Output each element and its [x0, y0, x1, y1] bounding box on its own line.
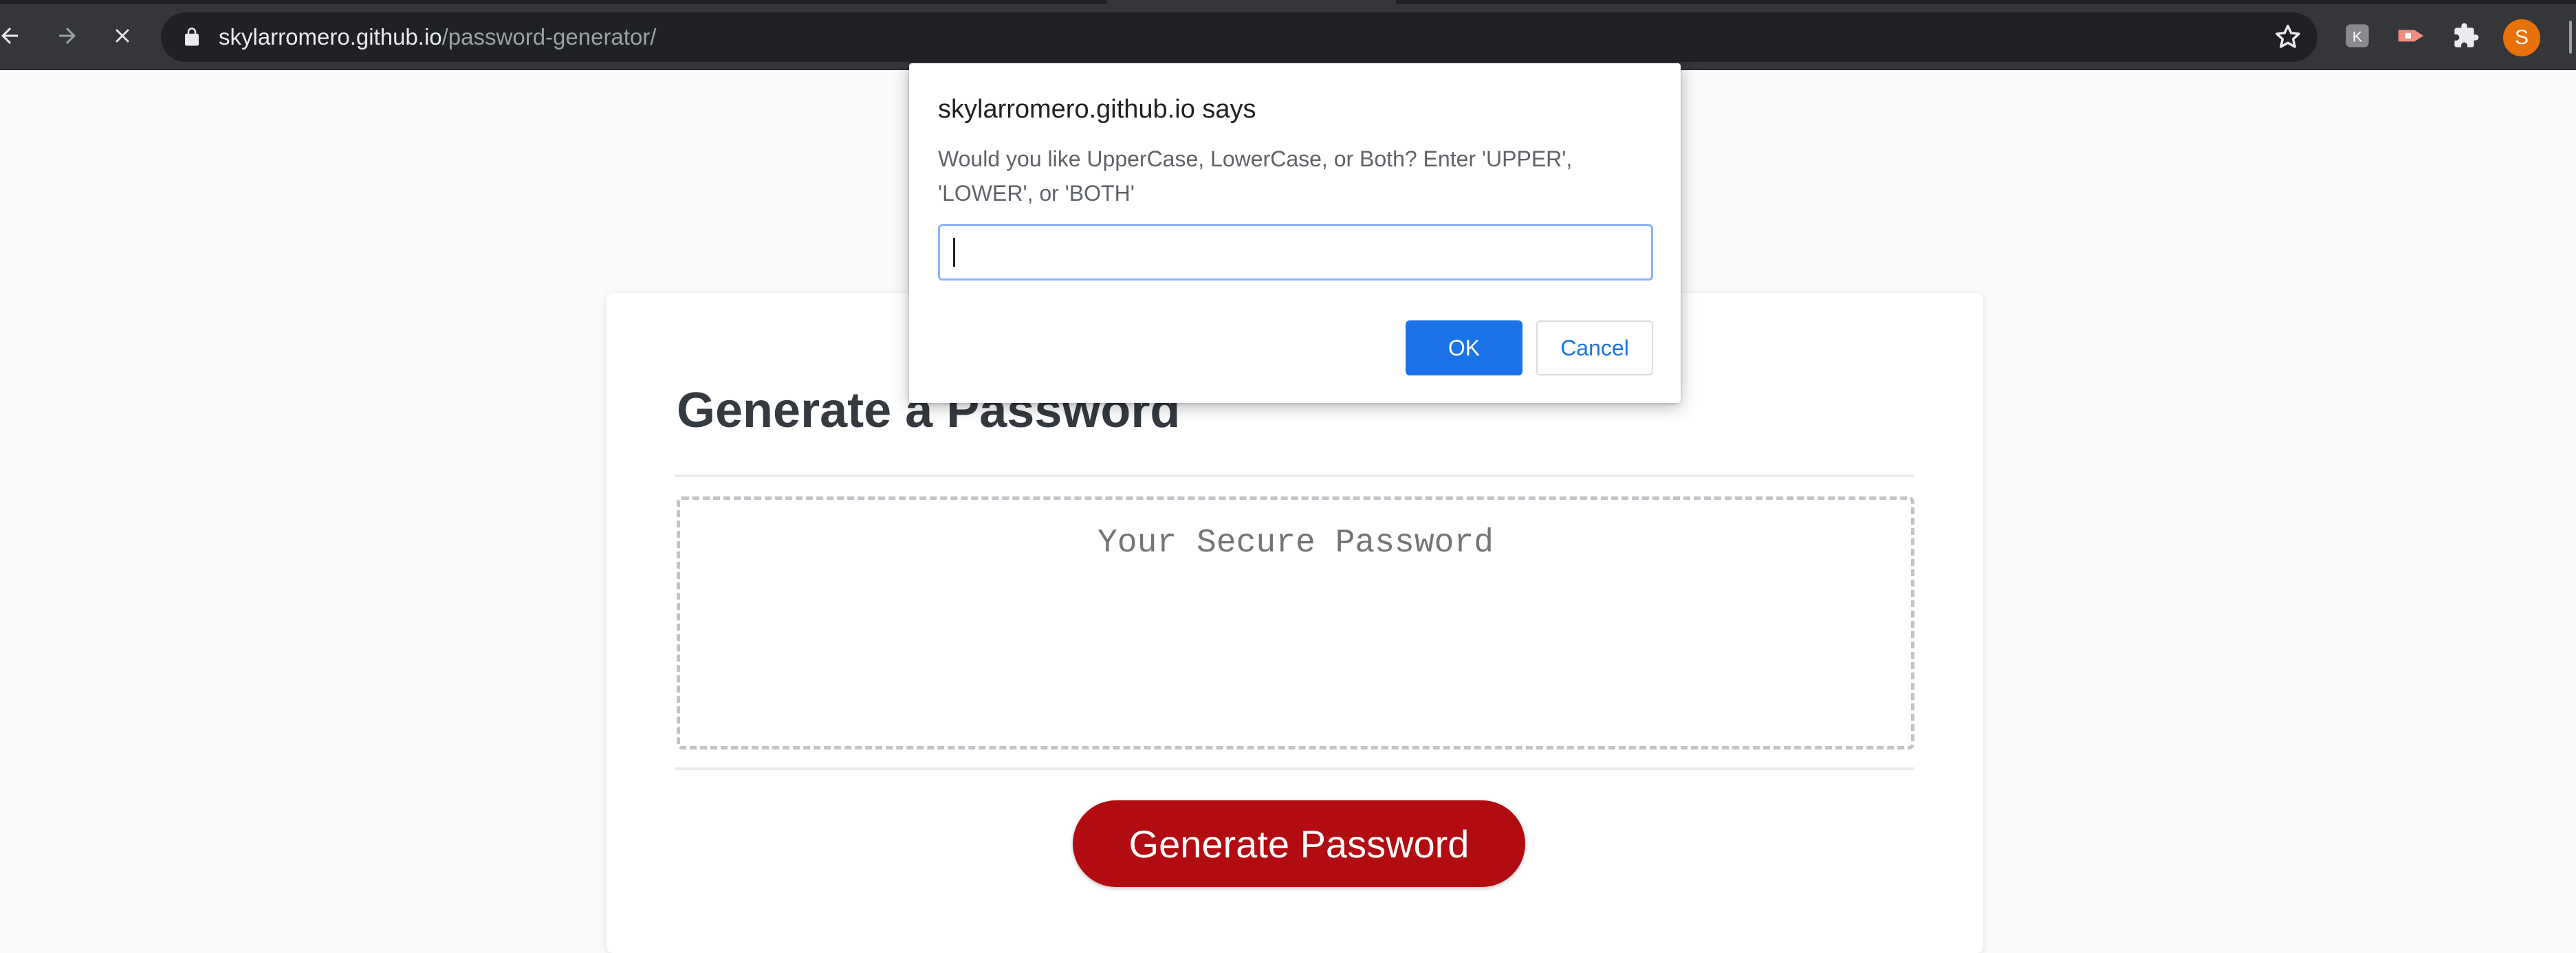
- forward-icon: [59, 28, 76, 44]
- back-button[interactable]: [0, 17, 29, 55]
- prompt-dialog: skylarromero.github.io says Would you li…: [909, 63, 1681, 403]
- browser-toolbar: skylarromero.github.io/password-generato…: [0, 0, 2576, 70]
- browser-menu-button[interactable]: [2569, 21, 2572, 54]
- lock-icon[interactable]: [182, 26, 202, 48]
- url-path: /password-generator/: [441, 24, 657, 50]
- password-output[interactable]: [677, 496, 1914, 749]
- url-text[interactable]: skylarromero.github.io/password-generato…: [219, 23, 656, 52]
- extension-button-1[interactable]: K: [2342, 21, 2372, 51]
- dialog-title: skylarromero.github.io says: [938, 95, 1256, 124]
- address-bar[interactable]: skylarromero.github.io/password-generato…: [161, 12, 2317, 62]
- extension-button-2[interactable]: [2396, 21, 2426, 51]
- cancel-button[interactable]: Cancel: [1536, 320, 1653, 375]
- stop-loading-button[interactable]: [103, 17, 142, 55]
- text-cursor: [953, 238, 955, 267]
- profile-avatar[interactable]: S: [2503, 19, 2540, 56]
- active-tab-edge[interactable]: [1107, 0, 1396, 4]
- extension-icon: K: [2346, 24, 2369, 47]
- extension-icon: [2398, 30, 2424, 42]
- dialog-message: Would you like UpperCase, LowerCase, or …: [938, 146, 1573, 206]
- generate-password-button[interactable]: Generate Password: [1073, 800, 1525, 887]
- forward-button[interactable]: [48, 17, 87, 55]
- extensions-menu-button[interactable]: [2451, 21, 2481, 51]
- url-host: skylarromero.github.io: [219, 24, 442, 50]
- tab-strip: [0, 0, 2576, 4]
- stop-loading-icon: [116, 29, 129, 43]
- bookmark-star-icon[interactable]: [2272, 21, 2304, 53]
- puzzle-extensions-icon: [2454, 23, 2479, 47]
- ok-button[interactable]: OK: [1406, 320, 1522, 375]
- dialog-text-input[interactable]: [938, 224, 1653, 281]
- divider-bottom: [675, 767, 1914, 770]
- divider-top: [675, 474, 1914, 477]
- svg-text:K: K: [2353, 28, 2363, 45]
- back-icon: [1, 28, 18, 44]
